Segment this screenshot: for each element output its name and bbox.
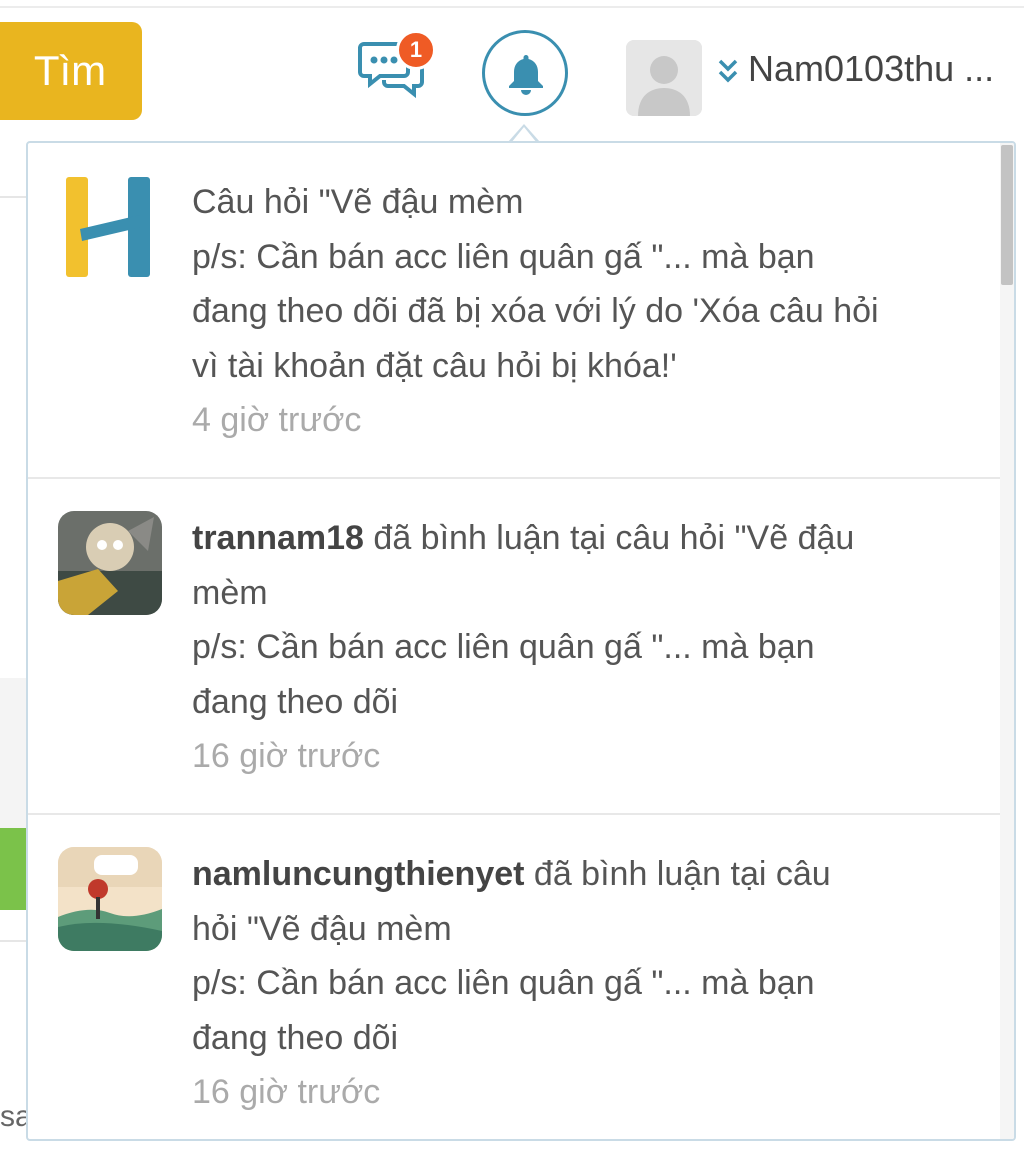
messages-count-badge: 1 [396, 30, 436, 70]
notification-time: 4 giờ trước [192, 401, 362, 439]
user-avatar-namluncungthienyet [58, 847, 162, 951]
divider [0, 940, 28, 942]
notification-item[interactable]: Câu hỏi "Vẽ đậu mèm p/s: Cần bán acc liê… [28, 143, 1004, 479]
search-button[interactable]: Tìm [0, 22, 142, 120]
user-avatar-trannam18 [58, 511, 162, 615]
notification-line: p/s: Cần bán acc liên quân gấ "... mà bạ… [192, 237, 815, 276]
site-logo [58, 175, 162, 279]
user-avatar-image [58, 511, 162, 615]
notifications-button[interactable] [482, 30, 568, 116]
background-panel [0, 678, 28, 828]
notification-text: Câu hỏi "Vẽ đậu mèm p/s: Cần bán acc liê… [192, 175, 992, 448]
user-avatar[interactable] [626, 40, 702, 116]
page: Tìm 1 Nam0103thu ... sa Câu hỏi "Vẽ đậu … [0, 0, 1024, 1154]
notification-line: p/s: Cần bán acc liên quân gấ "... mà bạ… [192, 964, 815, 1002]
notification-text: namluncungthienyet đã bình luận tại câu … [192, 847, 992, 1120]
divider [0, 196, 28, 198]
notification-line: p/s: Cần bán acc liên quân gấ "... mà bạ… [192, 628, 815, 666]
notification-action: đã bình luận tại câu [524, 855, 831, 893]
user-avatar-image [58, 847, 162, 951]
notification-text: trannam18 đã bình luận tại câu hỏi "Vẽ đ… [192, 511, 992, 784]
username-label[interactable]: Nam0103thu ... [748, 48, 994, 90]
notification-item[interactable]: trannam18 đã bình luận tại câu hỏi "Vẽ đ… [28, 479, 1004, 815]
header-divider [0, 6, 1024, 8]
scrollbar-thumb[interactable] [1001, 145, 1013, 285]
notification-action: đã bình luận tại câu hỏi "Vẽ đậu [363, 519, 855, 557]
notification-line: đang theo dõi [192, 682, 399, 721]
notification-line: hỏi "Vẽ đậu mèm [192, 909, 452, 948]
chevron-double-down-icon[interactable] [716, 58, 740, 84]
notifications-dropdown: Câu hỏi "Vẽ đậu mèm p/s: Cần bán acc liê… [26, 141, 1016, 1141]
notification-time: 16 giờ trước [192, 737, 381, 775]
notification-username[interactable]: namluncungthienyet [192, 855, 524, 893]
notification-time: 16 giờ trước [192, 1073, 381, 1111]
notification-line: mèm [192, 573, 268, 612]
dropdown-scrollbar[interactable] [1000, 143, 1014, 1139]
default-avatar-icon [626, 40, 702, 116]
notification-line: vì tài khoản đặt câu hỏi bị khóa!' [192, 346, 677, 385]
notification-username[interactable]: trannam18 [192, 519, 364, 557]
notification-item[interactable]: namluncungthienyet đã bình luận tại câu … [28, 815, 1004, 1139]
top-header: Tìm 1 Nam0103thu ... [0, 0, 1024, 142]
h-logo-icon [58, 175, 162, 279]
bell-icon [509, 55, 543, 95]
background-button[interactable] [0, 828, 28, 910]
notification-line: Câu hỏi "Vẽ đậu mèm [192, 183, 524, 221]
notification-line: trannam18 đã bình luận tại câu hỏi "Vẽ đ… [192, 511, 992, 566]
notification-line: namluncungthienyet đã bình luận tại câu [192, 847, 992, 902]
notification-line: đang theo dõi đã bị xóa với lý do 'Xóa c… [192, 292, 879, 330]
page-background [0, 142, 28, 1154]
notification-line: đang theo dõi [192, 1018, 399, 1057]
